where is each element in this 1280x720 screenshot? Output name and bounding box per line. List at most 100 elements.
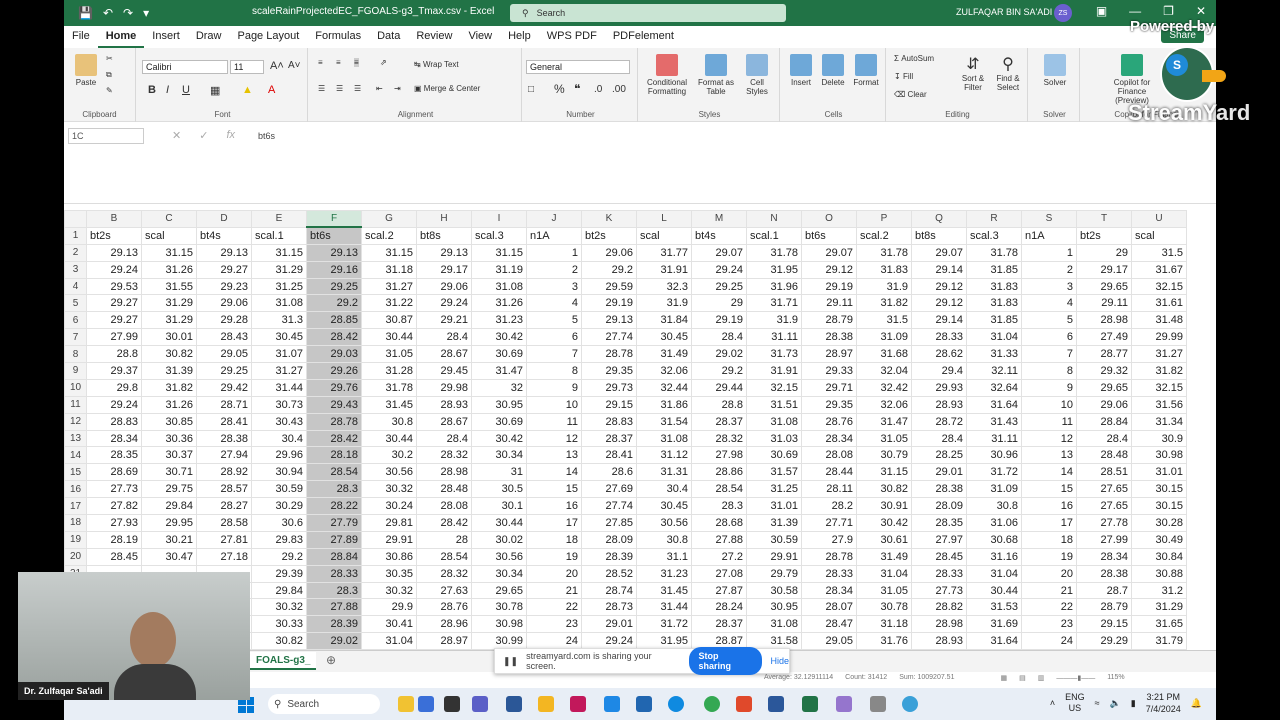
cell[interactable]: 10	[526, 395, 582, 414]
cell[interactable]: 31.08	[636, 429, 692, 448]
cell[interactable]: 30.69	[471, 345, 527, 364]
cell[interactable]: scal.3	[471, 226, 527, 245]
cell[interactable]: 30.82	[251, 632, 307, 651]
cell[interactable]: 28.67	[416, 412, 472, 431]
row-header[interactable]: 9	[64, 362, 87, 380]
font-size-select[interactable]: 11	[230, 60, 264, 74]
cell[interactable]: 28.48	[1076, 446, 1132, 465]
cell[interactable]: 28.52	[581, 564, 637, 583]
cell[interactable]: 29.06	[416, 277, 472, 296]
cell[interactable]: 5	[1021, 311, 1077, 330]
app-icon[interactable]	[444, 696, 460, 712]
cell[interactable]: 31.91	[746, 362, 802, 380]
cell[interactable]: 30.78	[856, 598, 912, 617]
cell[interactable]: 28.32	[416, 564, 472, 583]
cell[interactable]: 29.26	[306, 362, 362, 380]
cell[interactable]: 1	[1021, 243, 1077, 262]
cell[interactable]: 29.53	[86, 277, 142, 296]
cell[interactable]: 30.84	[1131, 547, 1187, 566]
cell[interactable]: 28.78	[306, 412, 362, 431]
cell[interactable]: 31.73	[746, 345, 802, 364]
row-header[interactable]: 12	[64, 412, 87, 431]
cell[interactable]: 30.24	[361, 497, 417, 516]
cell[interactable]: 28.6	[581, 463, 637, 482]
cell[interactable]: 19	[1021, 547, 1077, 566]
cell[interactable]: 31.34	[1131, 412, 1187, 431]
cell[interactable]: 30.42	[471, 429, 527, 448]
cell[interactable]: 29.11	[801, 294, 857, 313]
cell[interactable]: 31.06	[966, 514, 1022, 532]
cell[interactable]: 30.32	[361, 581, 417, 600]
column-header-s[interactable]: S	[1021, 210, 1077, 228]
cell[interactable]: 29.05	[801, 632, 857, 651]
cell[interactable]: bt8s	[911, 226, 967, 245]
cell[interactable]: 31.72	[966, 463, 1022, 482]
cell[interactable]: 4	[1021, 294, 1077, 313]
avatar[interactable]: ZS	[1054, 4, 1072, 22]
align-left-icon[interactable]: ☰	[318, 84, 325, 93]
cell[interactable]: 30.8	[966, 497, 1022, 516]
cell[interactable]: 29.13	[306, 243, 362, 262]
column-header-d[interactable]: D	[196, 210, 252, 228]
zoom-level[interactable]: 115%	[1107, 674, 1124, 682]
cell[interactable]: 31.57	[746, 463, 802, 482]
cell[interactable]: 28.34	[801, 581, 857, 600]
cell[interactable]: 30.41	[361, 615, 417, 634]
search-box[interactable]: ⚲ Search	[510, 4, 786, 22]
cell[interactable]: 30.4	[251, 429, 307, 448]
cell[interactable]: 28.86	[691, 463, 747, 482]
cell[interactable]: 32.15	[1131, 277, 1187, 296]
cell[interactable]: 27.99	[86, 328, 142, 347]
cell[interactable]: 28.83	[86, 412, 142, 431]
cell[interactable]: 28.82	[911, 598, 967, 617]
row-header[interactable]: 18	[64, 514, 87, 532]
row-header[interactable]: 2	[64, 243, 87, 262]
cell[interactable]: 31.27	[1131, 345, 1187, 364]
decrease-indent-icon[interactable]: ⇤	[376, 84, 383, 93]
cell[interactable]: 30.37	[141, 446, 197, 465]
cell[interactable]: 17	[1021, 514, 1077, 532]
cell[interactable]: 29.9	[361, 598, 417, 617]
cell[interactable]: scal.2	[856, 226, 912, 245]
cell[interactable]: 31.82	[141, 378, 197, 397]
cell[interactable]: 32.42	[856, 378, 912, 397]
cell[interactable]: 31.95	[746, 260, 802, 279]
cell[interactable]: 28.33	[801, 564, 857, 583]
cell[interactable]: 28.72	[911, 412, 967, 431]
cell[interactable]: 29.12	[911, 294, 967, 313]
q-app-icon[interactable]	[604, 696, 620, 712]
cell[interactable]: 29.27	[86, 311, 142, 330]
cell[interactable]: 29.43	[306, 395, 362, 414]
cell[interactable]: 27.87	[691, 581, 747, 600]
cell[interactable]: 27.49	[1076, 328, 1132, 347]
cell[interactable]: 28.84	[306, 547, 362, 566]
cell[interactable]: 30.33	[251, 615, 307, 634]
cell[interactable]: 28.4	[1076, 429, 1132, 448]
find-select-button[interactable]: ⚲ Find & Select	[992, 54, 1024, 92]
cell[interactable]: 31.12	[636, 446, 692, 465]
merge-center-button[interactable]: ▣ Merge & Center	[414, 84, 480, 93]
notification-bell-icon[interactable]: 🔔	[1191, 698, 1202, 709]
column-header-b[interactable]: B	[86, 210, 142, 228]
cancel-icon[interactable]: ✕	[172, 129, 181, 142]
cell[interactable]: 28.37	[581, 429, 637, 448]
column-header-l[interactable]: L	[636, 210, 692, 228]
tab-data[interactable]: Data	[369, 28, 408, 48]
cell[interactable]: 30.56	[361, 463, 417, 482]
cell[interactable]: 28.58	[196, 514, 252, 532]
tab-wps-pdf[interactable]: WPS PDF	[539, 28, 605, 48]
cell[interactable]: 29.02	[306, 632, 362, 651]
cell[interactable]: 3	[1021, 277, 1077, 296]
cell[interactable]: 30.02	[471, 530, 527, 549]
cell[interactable]: 31.65	[1131, 615, 1187, 634]
row-header[interactable]: 3	[64, 260, 87, 279]
cell[interactable]: scal.2	[361, 226, 417, 245]
cell[interactable]: 29.17	[1076, 260, 1132, 279]
cell[interactable]: 28.98	[416, 463, 472, 482]
cell[interactable]: 29.19	[691, 311, 747, 330]
cell[interactable]: 29.32	[1076, 362, 1132, 380]
cell[interactable]: 31.29	[141, 294, 197, 313]
cell[interactable]: 30.15	[1131, 497, 1187, 516]
cell[interactable]: 22	[526, 598, 582, 617]
cell[interactable]: 28.44	[801, 463, 857, 482]
